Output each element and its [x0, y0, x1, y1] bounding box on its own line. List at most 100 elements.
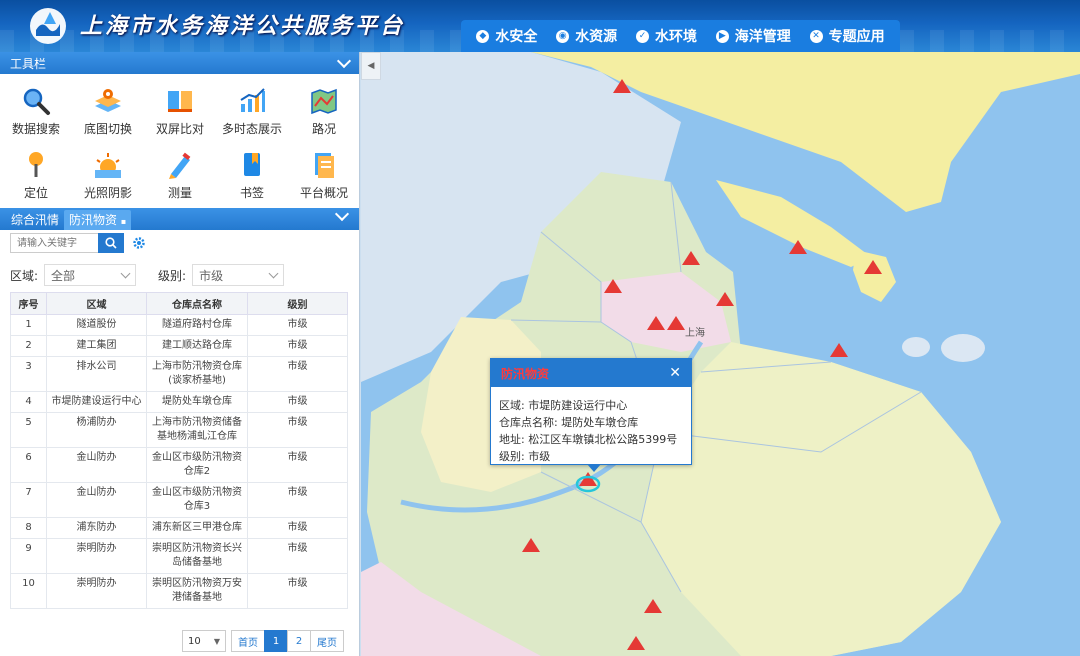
- chevron-down-icon: [268, 268, 279, 278]
- cell-index: 6: [10, 447, 47, 483]
- left-panel: 工具栏 数据搜索 底图切换 双屏比对 多时态展示 路况 定位 光照阴影 测量 书…: [0, 52, 360, 656]
- popup-title: 防汛物资: [501, 366, 550, 381]
- search-input[interactable]: [10, 233, 98, 253]
- table-row[interactable]: 1 隧道股份 隧道府路村仓库 市级: [10, 314, 348, 336]
- sun-icon: [95, 153, 121, 178]
- document-icon: [315, 153, 334, 178]
- table-row[interactable]: 4 市堤防建设运行中心 堤防处车墩仓库 市级: [10, 391, 348, 413]
- cell-level: 市级: [247, 482, 348, 518]
- tool-bookmark[interactable]: 书签: [216, 142, 288, 206]
- region-label: 区域:: [10, 268, 39, 283]
- panel-tabs: 综合汛情 防汛物资 ▪: [0, 206, 359, 230]
- collapse-panel-button[interactable]: ◀: [361, 52, 381, 80]
- tool-label: 数据搜索: [11, 122, 60, 136]
- tab-flood-overview[interactable]: 综合汛情: [6, 210, 64, 230]
- cell-level: 市级: [247, 447, 348, 483]
- cell-index: 10: [10, 573, 47, 609]
- cell-index: 9: [10, 538, 47, 574]
- col-region: 区域: [46, 292, 147, 315]
- close-icon[interactable]: ✕: [669, 365, 681, 381]
- cell-index: 1: [10, 314, 47, 336]
- table-row[interactable]: 10 崇明防办 崇明区防汛物资万安港储备基地 市级: [10, 573, 348, 609]
- popup-pointer: [587, 464, 601, 472]
- table-row[interactable]: 8 浦东防办 浦东新区三甲港仓库 市级: [10, 517, 348, 539]
- popup-warehouse: 仓库点名称: 堤防处车墩仓库: [499, 416, 639, 429]
- cell-level: 市级: [247, 335, 348, 357]
- cell-index: 2: [10, 335, 47, 357]
- pagination: 10 ▼ 首页 1 2 尾页: [182, 630, 344, 652]
- col-index: 序号: [10, 292, 47, 315]
- table-row[interactable]: 7 金山防办 金山区市级防汛物资仓库3 市级: [10, 482, 348, 518]
- map-view[interactable]: 上海: [361, 52, 1080, 656]
- tool-dual-screen[interactable]: 双屏比对: [144, 78, 216, 142]
- map-city-label: 上海: [685, 326, 705, 339]
- collapse-tabs-icon[interactable]: [334, 206, 350, 222]
- cell-region: 建工集团: [46, 335, 147, 357]
- cell-warehouse: 崇明区防汛物资长兴岛储备基地: [146, 538, 248, 574]
- tab-flood-supplies[interactable]: 防汛物资 ▪: [64, 210, 132, 230]
- bookmark-icon: [244, 153, 260, 176]
- cell-warehouse: 浦东新区三甲港仓库: [146, 517, 248, 539]
- cell-warehouse: 金山区市级防汛物资仓库3: [146, 482, 248, 518]
- page-size-select[interactable]: 10 ▼: [182, 630, 226, 652]
- tool-data-search[interactable]: 数据搜索: [0, 78, 72, 142]
- tool-locate[interactable]: 定位: [0, 142, 72, 206]
- col-warehouse: 仓库点名称: [146, 292, 248, 315]
- nav-label: 海洋管理: [734, 29, 791, 45]
- page-1-button[interactable]: 1: [264, 630, 288, 652]
- search-button[interactable]: [98, 233, 124, 253]
- tool-label: 定位: [23, 186, 48, 200]
- tool-label: 双屏比对: [155, 122, 204, 136]
- nav-ocean-management[interactable]: ▶ 海洋管理: [715, 26, 791, 46]
- tool-basemap-switch[interactable]: 底图切换: [72, 78, 144, 142]
- tool-measure[interactable]: 测量: [144, 142, 216, 206]
- map-icon: [311, 88, 337, 115]
- popup-body: 区域: 市堤防建设运行中心 仓库点名称: 堤防处车墩仓库 地址: 松江区车墩镇北…: [491, 387, 691, 465]
- bar-chart-icon: [240, 88, 265, 112]
- table-row[interactable]: 3 排水公司 上海市防汛物资仓库(谈家桥基地) 市级: [10, 356, 348, 392]
- tool-multi-temporal[interactable]: 多时态展示: [216, 78, 288, 142]
- chevron-down-icon: [120, 268, 131, 278]
- main-nav: ◆ 水安全 ◉ 水资源 ✓ 水环境 ▶ 海洋管理 ✕ 专题应用: [461, 20, 900, 52]
- popup-address: 地址: 松江区车墩镇北松公路5399号: [499, 433, 678, 446]
- table-row[interactable]: 5 杨浦防办 上海市防汛物资储备基地杨浦虬江仓库 市级: [10, 412, 348, 448]
- cell-warehouse: 建工顺达路仓库: [146, 335, 248, 357]
- tool-label: 底图切换: [83, 122, 132, 136]
- nav-water-safety[interactable]: ◆ 水安全: [476, 26, 537, 46]
- region-value: 全部: [51, 268, 76, 283]
- tool-platform-overview[interactable]: 平台概况: [288, 142, 360, 206]
- cell-region: 杨浦防办: [46, 412, 147, 448]
- first-page-button[interactable]: 首页: [231, 630, 265, 652]
- nav-label: 水资源: [575, 29, 618, 45]
- table-row[interactable]: 2 建工集团 建工顺达路仓库 市级: [10, 335, 348, 357]
- cross-icon: ✕: [809, 29, 823, 43]
- nav-special-apps[interactable]: ✕ 专题应用: [809, 26, 885, 46]
- nav-water-environment[interactable]: ✓ 水环境: [635, 26, 697, 46]
- table-row[interactable]: 9 崇明防办 崇明区防汛物资长兴岛储备基地 市级: [10, 538, 348, 574]
- filter-row: 区域: 全部 级别: 市级: [0, 262, 359, 288]
- popup-header: 防汛物资 ✕: [491, 359, 691, 387]
- nav-water-resources[interactable]: ◉ 水资源: [556, 26, 617, 46]
- tab-close-icon[interactable]: ▪: [121, 217, 126, 226]
- cell-region: 市堤防建设运行中心: [46, 391, 147, 413]
- tool-label: 多时态展示: [221, 122, 282, 136]
- table-row[interactable]: 6 金山防办 金山区市级防汛物资仓库2 市级: [10, 447, 348, 483]
- map-canvas[interactable]: 上海: [361, 52, 1080, 656]
- tag-icon: ◉: [556, 29, 570, 43]
- cell-warehouse: 隧道府路村仓库: [146, 314, 248, 336]
- tool-lighting-shadow[interactable]: 光照阴影: [72, 142, 144, 206]
- last-page-button[interactable]: 尾页: [310, 630, 344, 652]
- region-select[interactable]: 全部: [44, 264, 137, 286]
- tool-traffic[interactable]: 路况: [288, 78, 360, 142]
- page-2-button[interactable]: 2: [287, 630, 311, 652]
- popup-level: 级别: 市级: [499, 450, 551, 463]
- play-icon: ▶: [715, 29, 729, 43]
- cell-index: 8: [10, 517, 47, 539]
- cell-warehouse: 上海市防汛物资仓库(谈家桥基地): [146, 356, 248, 392]
- collapse-toolbar-icon[interactable]: [336, 53, 352, 68]
- tool-label: 书签: [239, 186, 264, 200]
- level-label: 级别:: [158, 268, 187, 283]
- gear-icon[interactable]: [132, 236, 146, 250]
- cell-index: 5: [10, 412, 47, 448]
- level-select[interactable]: 市级: [192, 264, 285, 286]
